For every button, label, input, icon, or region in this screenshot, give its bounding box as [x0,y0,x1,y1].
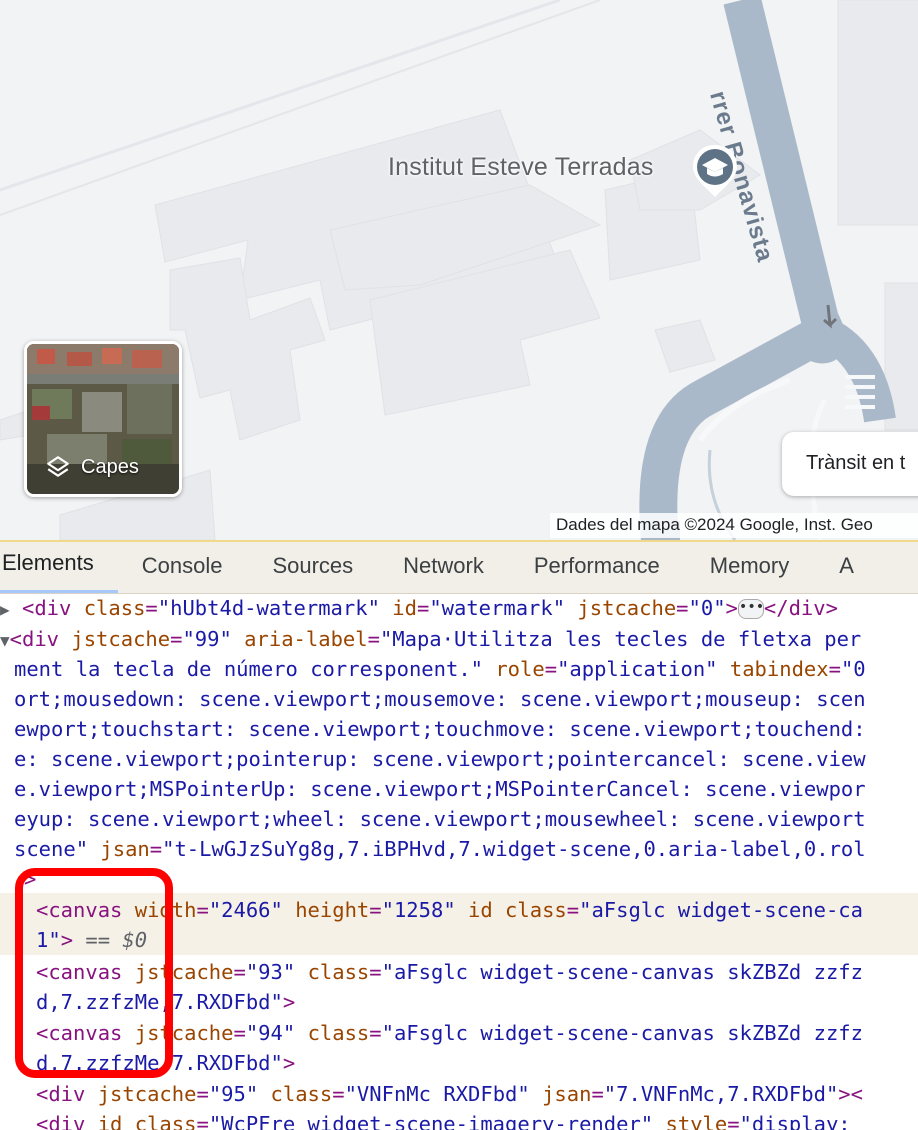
dom-node-imagery-render[interactable]: <div id class="WcPFre widget-scene-image… [36,1109,851,1130]
code-line: scene" jsan="t-LwGJzSuYg8g,7.iBPHvd,7.wi… [14,837,866,861]
code-line: e: scene.viewport;pointerup: scene.viewp… [14,747,866,771]
tab-console[interactable]: Console [142,553,223,593]
expand-arrow-icon[interactable]: ▶ [0,600,10,619]
tab-overflow[interactable]: A [839,553,854,593]
red-annotation-box [15,868,173,1078]
ellipsis-icon[interactable]: ••• [737,599,764,619]
map-attribution[interactable]: Dades del mapa ©2024 Google, Inst. Geo [550,513,918,538]
dom-node-div-95[interactable]: <div jstcache="95" class="VNFnMc RXDFbd"… [36,1079,863,1109]
tab-network[interactable]: Network [403,553,484,593]
code-line: ewport;touchstart: scene.viewport;touchm… [14,717,866,741]
devtools-tabbar: Elements Console Sources Network Perform… [0,540,918,594]
tab-memory[interactable]: Memory [710,553,789,593]
poi-label[interactable]: Institut Esteve Terradas [388,153,654,182]
layers-label: Capes [81,455,139,478]
dom-node-watermark[interactable]: ▶ <div class="hUbt4d-watermark" id="wate… [0,593,838,623]
code-line: eyup: scene.viewport;wheel: scene.viewpo… [14,807,866,831]
tab-sources[interactable]: Sources [272,553,353,593]
layers-button[interactable]: Capes [24,341,182,497]
code-line: ment la tecla de número corresponent." r… [14,657,866,681]
transit-chip[interactable]: Trànsit en t [782,432,918,496]
layers-label-row: Capes [45,454,139,480]
dom-node-scene[interactable]: ▼<div jstcache="99" aria-label="Mapa·Uti… [0,624,861,654]
tab-performance[interactable]: Performance [534,553,660,593]
tab-elements[interactable]: Elements [0,550,118,593]
school-pin-icon[interactable] [690,143,740,199]
map-view[interactable]: rrer Bonavista Institut Esteve Terradas [0,0,918,540]
layers-icon [47,456,69,477]
code-line: ort;mousedown: scene.viewport;mousemove:… [14,687,866,711]
collapse-arrow-icon[interactable]: ▼ [0,631,10,650]
code-line: e.viewport;MSPointerUp: scene.viewport;M… [14,777,866,801]
